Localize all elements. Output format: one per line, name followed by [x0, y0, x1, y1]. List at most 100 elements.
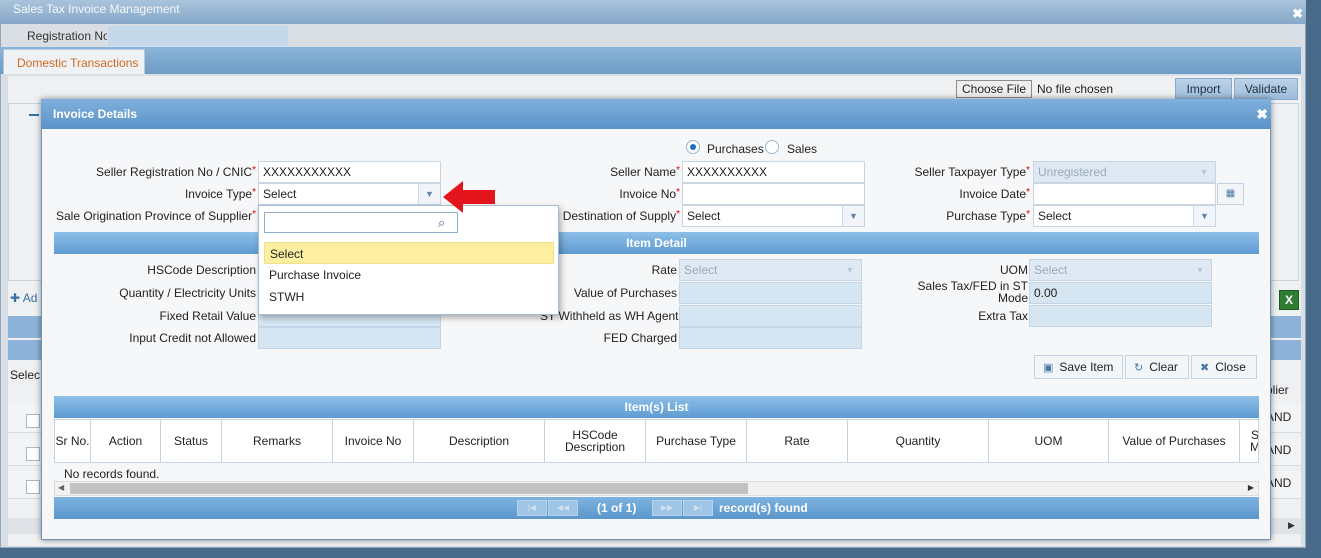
column-header[interactable]: UOM: [989, 420, 1109, 462]
items-list-header: Item(s) List: [54, 396, 1259, 418]
row-checkbox[interactable]: [26, 447, 40, 461]
registration-field[interactable]: [107, 25, 289, 47]
chevron-down-icon: ▼: [1193, 162, 1215, 182]
invoice-type-label: Invoice Type*: [56, 187, 256, 201]
add-row-button[interactable]: ✚ Ad: [10, 291, 37, 305]
purchase-type-select[interactable]: Select ▼: [1033, 205, 1216, 227]
taxpayer-type-label: Seller Taxpayer Type*: [880, 165, 1030, 179]
required-marker: *: [676, 165, 680, 176]
collapse-icon[interactable]: [29, 114, 39, 116]
save-icon: ▣: [1043, 362, 1054, 374]
validate-button[interactable]: Validate: [1234, 78, 1298, 100]
column-header[interactable]: Remarks: [222, 420, 333, 462]
fed-charged-input[interactable]: [679, 327, 862, 349]
uom-label: UOM: [1000, 263, 1028, 277]
invoice-date-input[interactable]: [1033, 183, 1216, 205]
column-header[interactable]: Quantity: [848, 420, 989, 462]
column-header[interactable]: Purchase Type: [646, 420, 747, 462]
extra-tax-input[interactable]: [1029, 305, 1212, 327]
scroll-right-icon[interactable]: ▶: [1288, 520, 1295, 531]
purchase-type-label-text: Purchase Type: [946, 209, 1027, 223]
st-withheld-input[interactable]: [679, 305, 862, 327]
column-header[interactable]: Status: [161, 420, 222, 462]
column-header[interactable]: Value of Purchases: [1109, 420, 1240, 462]
clear-button[interactable]: ↻ Clear: [1125, 355, 1189, 379]
plus-icon: ✚: [10, 291, 23, 305]
item-detail-header: Item Detail: [54, 232, 1259, 254]
column-header[interactable]: Sr No.: [55, 420, 91, 462]
invoice-date-label-text: Invoice Date: [959, 187, 1027, 201]
invoice-date-label: Invoice Date*: [880, 187, 1030, 201]
calendar-icon[interactable]: ▦: [1217, 183, 1244, 205]
value-purchases-label: Value of Purchases: [573, 286, 677, 300]
close-label: Close: [1215, 360, 1246, 374]
column-header[interactable]: HSCode Description: [545, 420, 646, 462]
seller-reg-label-text: Seller Registration No / CNIC: [96, 165, 253, 179]
purchase-type-label: Purchase Type*: [880, 209, 1030, 223]
invoice-type-select[interactable]: Select ▼: [258, 183, 441, 205]
column-header[interactable]: S M: [1240, 420, 1258, 462]
save-item-label: Save Item: [1059, 360, 1114, 374]
column-header[interactable]: Description: [414, 420, 545, 462]
excel-export-icon[interactable]: X: [1279, 290, 1299, 310]
sales-tax-label-line2: Mode: [997, 291, 1028, 305]
last-page-icon[interactable]: ▶|: [683, 500, 713, 516]
background-close-icon[interactable]: ✖: [1292, 6, 1303, 22]
clear-label: Clear: [1149, 360, 1178, 374]
no-records-text: No records found.: [64, 467, 160, 481]
sales-radio[interactable]: [765, 140, 779, 154]
invoice-type-value: Select: [263, 187, 297, 201]
chevron-down-icon[interactable]: ▼: [1193, 206, 1215, 226]
required-marker: *: [676, 187, 680, 198]
prev-page-icon[interactable]: ◀◀: [548, 500, 578, 516]
first-page-icon[interactable]: |◀: [517, 500, 547, 516]
column-header[interactable]: Action: [91, 420, 161, 462]
required-marker: *: [1026, 209, 1030, 220]
purchases-radio[interactable]: [686, 140, 700, 154]
invoice-no-input[interactable]: [682, 183, 865, 205]
invoice-no-label-text: Invoice No: [619, 187, 677, 201]
required-marker: *: [252, 209, 256, 220]
tab-strip: [0, 47, 1301, 74]
value-purchases-input[interactable]: [679, 282, 862, 304]
choose-file-button[interactable]: Choose File: [956, 80, 1032, 98]
records-found-text: record(s) found: [719, 501, 808, 515]
scroll-left-icon[interactable]: ◀: [58, 483, 64, 492]
column-header[interactable]: Rate: [747, 420, 848, 462]
quantity-label: Quantity / Electricity Units: [119, 286, 256, 300]
dropdown-option[interactable]: Purchase Invoice: [264, 264, 554, 286]
sales-label: Sales: [787, 142, 818, 156]
dropdown-option[interactable]: STWH: [264, 286, 554, 308]
registration-label: Registration No: [27, 29, 110, 43]
row-checkbox[interactable]: [26, 414, 40, 428]
row-checkbox[interactable]: [26, 480, 40, 494]
save-item-button[interactable]: ▣ Save Item: [1034, 355, 1123, 379]
taxpayer-type-select[interactable]: Unregistered ▼: [1033, 161, 1216, 183]
dropdown-search-input[interactable]: [264, 212, 458, 233]
rate-select[interactable]: Select ▼: [679, 259, 862, 281]
import-button[interactable]: Import: [1175, 78, 1232, 100]
uom-select[interactable]: Select ▼: [1029, 259, 1212, 281]
province-label: Sale Origination Province of Supplier*: [44, 209, 256, 223]
destination-value: Select: [687, 209, 721, 223]
column-header[interactable]: Invoice No: [333, 420, 414, 462]
dropdown-option[interactable]: Select: [264, 242, 554, 264]
purchase-type-value: Select: [1038, 209, 1072, 223]
destination-select[interactable]: Select ▼: [682, 205, 865, 227]
scrollbar-thumb[interactable]: [70, 483, 748, 494]
dialog-close-icon[interactable]: ✖: [1256, 106, 1268, 123]
tab-domestic-transactions[interactable]: Domestic Transactions: [3, 49, 145, 74]
no-file-text: No file chosen: [1037, 82, 1114, 96]
chevron-down-icon[interactable]: ▼: [842, 206, 864, 226]
seller-reg-input[interactable]: XXXXXXXXXXX: [258, 161, 441, 183]
scroll-right-icon[interactable]: ▶: [1248, 483, 1254, 492]
taxpayer-type-value: Unregistered: [1038, 165, 1107, 179]
close-button[interactable]: ✖ Close: [1191, 355, 1257, 379]
seller-name-input[interactable]: XXXXXXXXXX: [682, 161, 865, 183]
chevron-down-icon[interactable]: ▼: [418, 184, 440, 204]
sales-tax-input[interactable]: 0.00: [1029, 282, 1212, 304]
next-page-icon[interactable]: ▶▶: [652, 500, 682, 516]
input-credit-input[interactable]: [258, 327, 441, 349]
input-credit-label: Input Credit not Allowed: [129, 331, 256, 345]
items-table-header: Sr No. Action Status Remarks Invoice No …: [54, 419, 1259, 463]
